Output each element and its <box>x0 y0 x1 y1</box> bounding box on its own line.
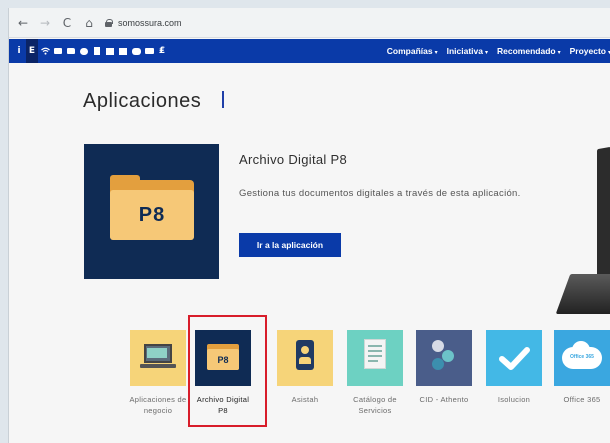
nav-menu: Compañías ▾ Iniciativa ▾ Recomendado ▾ Proy… <box>378 39 610 63</box>
tile-label: Office 365 <box>563 395 601 404</box>
app-tile-office-365[interactable]: Office 365 Office 365 <box>553 330 610 405</box>
selection-highlight <box>188 315 267 427</box>
menu-companias[interactable]: Compañías ▾ <box>387 46 438 56</box>
id-card-icon[interactable] <box>143 39 155 63</box>
athento-dots-icon <box>416 330 472 386</box>
laptop-image <box>555 146 610 328</box>
page-title: Aplicaciones <box>83 90 202 112</box>
browser-window: ← → C ⌂ somossura.com i E ₤ Compañías ▾ … <box>8 8 610 443</box>
featured-app-title: Archivo Digital P8 <box>239 152 347 167</box>
folder-p8-icon: P8 <box>110 175 194 240</box>
checkmark-icon <box>486 330 542 386</box>
tile-label: Aplicaciones de negocio <box>129 395 187 415</box>
featured-app-image: P8 <box>84 144 219 279</box>
app-tile-catalogo-servicios[interactable]: Catálogo de Servicios <box>346 330 404 416</box>
tile-label: Isolucion <box>497 395 531 404</box>
card-icon[interactable] <box>52 39 64 63</box>
document-icon[interactable] <box>91 39 103 63</box>
tile-label: Asistah <box>291 395 319 404</box>
info-icon[interactable]: i <box>13 39 25 63</box>
open-app-button[interactable]: Ir a la aplicación <box>239 233 341 257</box>
forward-arrow-icon[interactable]: → <box>37 15 53 31</box>
menu-proyecto[interactable]: Proyecto▾ <box>570 46 610 56</box>
chevron-down-icon: ▾ <box>434 49 438 56</box>
lock-icon <box>105 18 113 27</box>
office365-cloud-icon: Office 365 <box>554 330 610 386</box>
gears-icon[interactable] <box>130 39 142 63</box>
id-badge-icon <box>277 330 333 386</box>
title-accent-bar <box>222 91 224 108</box>
chevron-down-icon: ▾ <box>485 49 489 56</box>
site-navbar: i E ₤ Compañías ▾ Iniciativa ▾ Recomendado… <box>9 39 610 63</box>
reload-icon[interactable]: C <box>59 15 75 31</box>
featured-app-description: Gestiona tus documentos digitales a trav… <box>239 188 521 199</box>
chevron-down-icon: ▾ <box>557 49 561 56</box>
wifi-icon[interactable] <box>39 39 51 63</box>
app-tile-asistah[interactable]: Asistah <box>276 330 334 405</box>
app-tile-cid-athento[interactable]: CID - Athento <box>415 330 473 405</box>
menu-recomendado[interactable]: Recomendado ▾ <box>497 46 561 56</box>
document-list-icon <box>347 330 403 386</box>
app-tile-aplicaciones-negocio[interactable]: Aplicaciones de negocio <box>129 330 187 416</box>
url-text: somossura.com <box>118 17 182 28</box>
back-arrow-icon[interactable]: ← <box>15 15 31 31</box>
folder-label: P8 <box>138 203 166 226</box>
shop-icon[interactable] <box>104 39 116 63</box>
home-icon[interactable]: ⌂ <box>81 15 97 31</box>
folder-icon[interactable] <box>65 39 77 63</box>
chat-icon[interactable] <box>78 39 90 63</box>
cloud-text: Office 365 <box>570 354 594 360</box>
menu-iniciativa[interactable]: Iniciativa ▾ <box>447 46 488 56</box>
tile-label: Catálogo de Servicios <box>353 395 397 415</box>
nav-icon-bar: i E ₤ <box>9 39 169 63</box>
address-bar[interactable]: somossura.com <box>105 18 182 28</box>
e-icon[interactable]: E <box>26 39 38 63</box>
browser-toolbar: ← → C ⌂ somossura.com <box>9 8 610 38</box>
building-icon[interactable] <box>117 39 129 63</box>
tile-label: CID - Athento <box>419 395 469 404</box>
currency-icon[interactable]: ₤ <box>156 39 168 63</box>
app-tile-isolucion[interactable]: Isolucion <box>485 330 543 405</box>
laptop-chart-icon <box>130 330 186 386</box>
